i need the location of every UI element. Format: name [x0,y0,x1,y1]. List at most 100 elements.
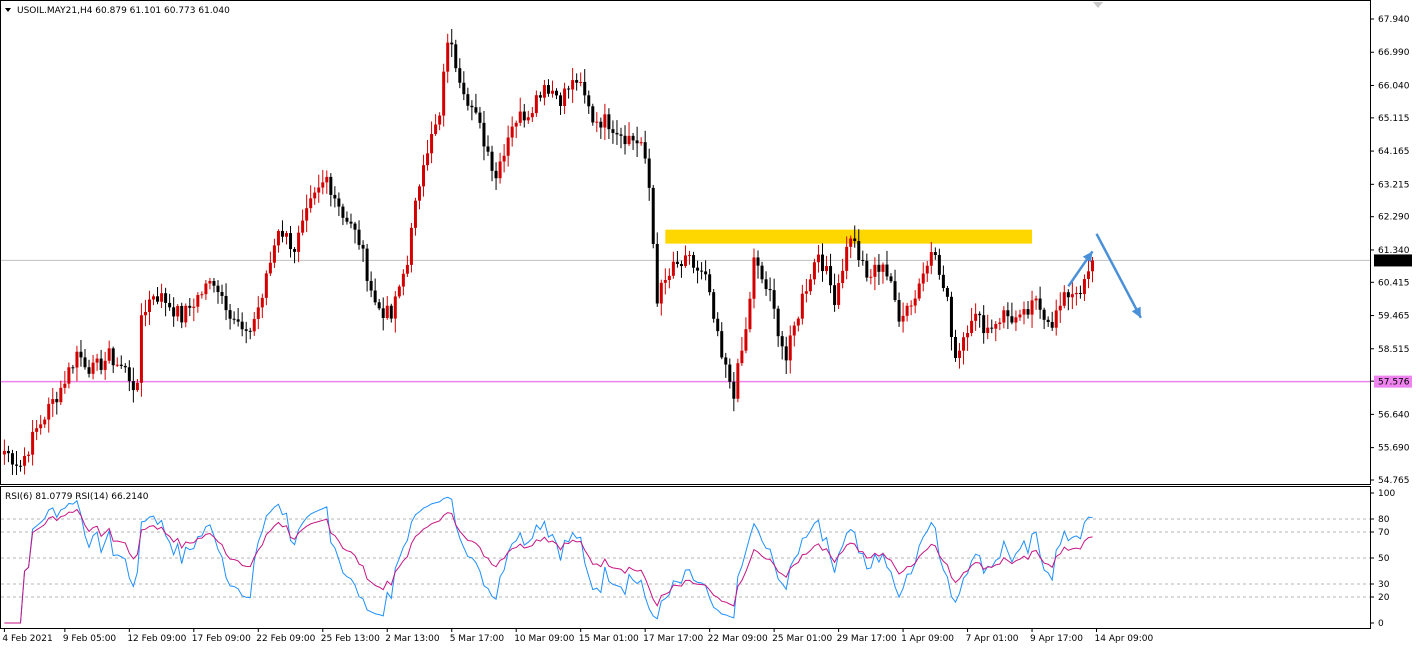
candle-body [538,95,542,98]
time-tick-label: 10 Mar 09:00 [514,634,574,644]
time-tick-label: 2 Mar 13:00 [385,634,440,644]
time-tick-label: 12 Feb 09:00 [127,634,186,644]
candle-body [869,276,873,278]
candle-body [236,319,240,322]
candle-body [204,283,208,295]
candle-body [14,464,18,466]
candle-body [224,295,228,311]
candle-body [1058,305,1062,311]
candle-body [663,279,667,283]
candle-body [212,281,216,286]
candle-body [897,300,901,322]
candle-body [256,307,260,319]
time-tick-label: 22 Mar 09:00 [708,634,768,644]
candle-body [220,292,224,296]
candle-body [990,327,994,329]
candle-body [820,254,824,272]
time-tick-label: 14 Apr 09:00 [1095,634,1154,644]
candle-body [861,259,865,261]
candle-body [595,121,599,123]
candle-body [377,302,381,309]
price-tick-label: 66.990 [1378,48,1410,58]
candle-body [788,335,792,361]
candle-body [143,312,147,316]
candle-body [345,217,349,222]
candle-body [31,431,35,455]
candle-body [329,176,333,195]
candle-body [829,266,833,286]
candle-body [748,298,752,330]
candle-body [635,140,639,144]
candle-body [865,260,869,278]
candle-body [361,244,365,249]
candle-body [297,232,301,252]
candle-body [59,387,63,403]
candle-body [639,142,643,144]
candle-body [607,114,611,130]
candle-body [27,454,31,456]
price-tick-label: 59.465 [1378,312,1410,322]
candle-body [845,246,849,271]
candle-body [764,279,768,290]
candle-body [482,122,486,147]
candle-body [474,107,478,113]
candle-body [39,424,43,429]
candle-body [700,270,704,272]
candle-body [692,255,696,268]
candle-body [87,367,91,374]
time-tick-label: 9 Apr 17:00 [1030,634,1083,644]
candle-body [67,367,71,384]
candle-body [156,296,160,302]
rsi-axis: 100 80 70 50 30 20 0 [1370,489,1395,629]
candle-body [1030,300,1034,315]
candle-body [808,279,812,292]
candle-body [373,290,377,303]
candle-body [1014,317,1018,323]
candle-body [647,158,651,188]
candle-body [905,305,909,316]
candle-body [542,85,546,98]
candle-body [434,124,438,134]
candle-body [450,42,454,45]
candle-body [333,194,337,199]
candle-body [2,450,6,455]
candle-body [248,330,252,332]
candle-body [99,358,103,370]
candle-body [913,298,917,306]
candle-body [885,264,889,277]
rsi-header: RSI(6) 81.0779 RSI(14) 66.2140 [5,492,149,502]
candle-body [756,257,760,266]
time-tick-label: 17 Feb 09:00 [192,634,251,644]
candle-body [772,290,776,309]
candle-body [127,367,131,382]
candle-body [409,227,413,265]
candle-body [949,296,953,337]
candle-body [71,367,75,369]
resistance-zone-rect [665,229,1033,244]
candle-body [966,333,970,338]
candle-body [272,245,276,263]
candle-body [708,274,712,293]
candle-body [6,450,10,454]
time-tick-label: 15 Mar 01:00 [579,634,639,644]
candle-body [877,264,881,272]
candle-body [550,90,554,94]
candle-body [889,276,893,282]
candle-body [873,264,877,277]
candle-body [506,137,510,156]
candle-body [426,153,430,166]
candle-body [696,267,700,271]
candle-body [611,129,615,133]
price-axis: 67.940 66.990 66.040 65.115 64.165 63.215 62.2… [1370,15,1412,486]
candle-body [728,364,732,382]
candle-body [933,252,937,255]
candle-body [55,399,59,403]
candle-body [139,315,143,383]
candle-body [502,155,506,162]
candle-body [289,233,293,250]
candle-body [857,241,861,260]
candle-body [970,320,974,334]
candle-body [619,134,623,136]
candle-body [498,161,502,179]
candle-body [19,465,23,467]
